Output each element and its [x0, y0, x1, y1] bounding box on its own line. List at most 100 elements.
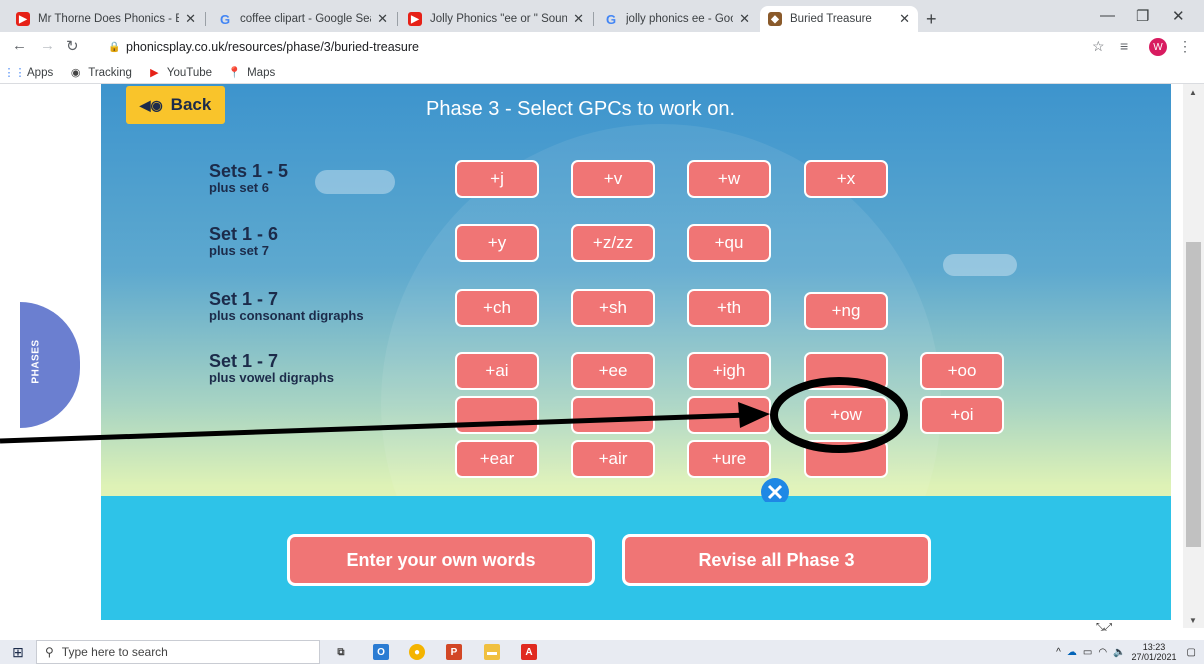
bookmark-apps[interactable]: ⋮⋮ Apps — [3, 66, 54, 80]
forward-arrow-icon[interactable]: → — [40, 37, 55, 54]
volume-icon[interactable]: 🔈 — [1113, 647, 1125, 658]
onedrive-icon[interactable]: ☁ — [1067, 647, 1077, 658]
scroll-down-icon[interactable]: ▼ — [1189, 616, 1197, 625]
youtube-icon: ▶ — [150, 67, 159, 79]
gpc-button-qu[interactable]: +qu — [687, 224, 771, 262]
tab-coffee-clipart[interactable]: G coffee clipart - Google Search ✕ — [210, 6, 396, 32]
outlook-icon[interactable]: O — [373, 644, 389, 660]
tab-jolly-phonics-ee[interactable]: G jolly phonics ee - Google Search ✕ — [596, 6, 758, 32]
gpc-button-sh[interactable]: +sh — [571, 289, 655, 327]
close-tab-icon[interactable]: ✕ — [739, 11, 750, 27]
bookmark-maps[interactable]: 📍 Maps — [227, 66, 275, 80]
search-icon: ⚲ — [45, 645, 54, 659]
acrobat-icon[interactable]: A — [521, 644, 537, 660]
gpc-button-ear[interactable]: +ear — [455, 440, 539, 478]
reading-list-icon[interactable]: ≡ — [1120, 38, 1128, 54]
taskbar: ⊞ ⚲ Type here to search ⧉ O ● P ▬ A ^ ☁ … — [0, 640, 1204, 664]
set-label-2: Set 1 - 6 plus set 7 — [209, 224, 279, 258]
task-view-icon[interactable]: ⧉ — [333, 644, 349, 660]
bookmark-youtube[interactable]: ▶ YouTube — [148, 66, 212, 80]
page-content: ◀◉ Back Phase 3 - Select GPCs to work on… — [0, 84, 1204, 633]
address-bar-row: ← → ↻ 🔒 phonicsplay.co.uk/resources/phas… — [0, 32, 1204, 62]
phases-side-tab[interactable]: PHASES — [20, 302, 80, 428]
tracking-icon: ◉ — [70, 67, 81, 79]
buried-treasure-icon: ◆ — [768, 12, 782, 26]
system-tray: ^ ☁ ▭ ◠ 🔈 13:23 27/01/2021 ▢ — [1056, 640, 1196, 664]
set-label-1: Sets 1 - 5 plus set 6 — [209, 161, 289, 195]
fullscreen-icon[interactable]: ⤡⤢ — [1096, 622, 1112, 633]
gpc-button-ng[interactable]: +ng — [804, 292, 888, 330]
file-explorer-icon[interactable]: ▬ — [484, 644, 500, 660]
gpc-button-ai[interactable]: +ai — [455, 352, 539, 390]
close-tab-icon[interactable]: ✕ — [185, 11, 196, 27]
wifi-icon[interactable]: ◠ — [1098, 647, 1107, 658]
chrome-icon[interactable]: ● — [409, 644, 425, 660]
scroll-up-icon[interactable]: ▲ — [1189, 88, 1197, 97]
google-icon: G — [605, 11, 617, 27]
menu-dots-icon[interactable]: ⋮ — [1178, 38, 1192, 55]
tray-chevron-icon[interactable]: ^ — [1056, 647, 1061, 658]
scrollbar[interactable]: ▲ ▼ — [1183, 84, 1204, 628]
gpc-button-oi[interactable]: +oi — [920, 396, 1004, 434]
windows-start-icon[interactable]: ⊞ — [0, 640, 36, 664]
powerpoint-icon[interactable]: P — [446, 644, 462, 660]
reload-icon[interactable]: ↻ — [66, 37, 79, 55]
notifications-icon[interactable]: ▢ — [1187, 647, 1196, 658]
minimize-icon[interactable]: — — [1100, 7, 1115, 24]
close-tab-icon[interactable]: ✕ — [573, 11, 584, 27]
google-icon: G — [219, 11, 231, 27]
close-tab-icon[interactable]: ✕ — [899, 11, 910, 27]
clock[interactable]: 13:23 27/01/2021 — [1132, 642, 1177, 662]
gpc-button-ow[interactable]: +ow — [804, 396, 888, 434]
bookmark-tracking[interactable]: ◉ Tracking — [69, 66, 132, 80]
gpc-button-obscured-2[interactable] — [455, 396, 539, 434]
profile-avatar[interactable]: W — [1149, 38, 1167, 56]
back-arrow-icon[interactable]: ← — [12, 37, 27, 54]
gpc-button-igh[interactable]: +igh — [687, 352, 771, 390]
close-window-icon[interactable]: ✕ — [1172, 7, 1185, 25]
cloud — [315, 170, 395, 194]
tab-strip: ▶ Mr Thorne Does Phonics - Episo ✕ G cof… — [0, 0, 1204, 32]
gpc-button-air[interactable]: +air — [571, 440, 655, 478]
bookmarks-bar: ⋮⋮ Apps ◉ Tracking ▶ YouTube 📍 Maps — [0, 62, 1204, 84]
boat-icon — [757, 478, 793, 512]
url-field[interactable]: 🔒 phonicsplay.co.uk/resources/phase/3/bu… — [108, 36, 1078, 58]
close-tab-icon[interactable]: ✕ — [377, 11, 388, 27]
set-label-4: Set 1 - 7 plus vowel digraphs — [209, 351, 334, 385]
submarine-icon: ◀◉ — [139, 96, 163, 113]
taskbar-search[interactable]: ⚲ Type here to search — [36, 640, 320, 664]
gpc-button-y[interactable]: +y — [455, 224, 539, 262]
gpc-button-ch[interactable]: +ch — [455, 289, 539, 327]
gpc-button-obscured-4[interactable] — [687, 396, 771, 434]
star-icon[interactable]: ☆ — [1092, 38, 1105, 55]
gpc-button-obscured-3[interactable] — [571, 396, 655, 434]
cloud — [943, 254, 1017, 276]
scroll-thumb[interactable] — [1186, 242, 1201, 547]
gpc-button-w[interactable]: +w — [687, 160, 771, 198]
gpc-button-oo[interactable]: +oo — [920, 352, 1004, 390]
tab-jolly-phonics-ee-or[interactable]: ▶ Jolly Phonics "ee or " Sounds - Yo ✕ — [400, 6, 592, 32]
gpc-button-ee[interactable]: +ee — [571, 352, 655, 390]
enter-own-words-button[interactable]: Enter your own words — [287, 534, 595, 586]
gpc-button-obscured-5[interactable] — [804, 440, 888, 478]
tab-buried-treasure[interactable]: ◆ Buried Treasure ✕ — [760, 6, 918, 32]
gpc-button-v[interactable]: +v — [571, 160, 655, 198]
game-canvas: ◀◉ Back Phase 3 - Select GPCs to work on… — [101, 84, 1171, 620]
lock-icon: 🔒 — [108, 42, 121, 53]
set-label-3: Set 1 - 7 plus consonant digraphs — [209, 289, 364, 323]
gpc-button-j[interactable]: +j — [455, 160, 539, 198]
apps-grid-icon: ⋮⋮ — [3, 67, 26, 79]
gpc-button-x[interactable]: +x — [804, 160, 888, 198]
back-button[interactable]: ◀◉ Back — [126, 86, 225, 124]
tab-mr-thorne[interactable]: ▶ Mr Thorne Does Phonics - Episo ✕ — [8, 6, 204, 32]
gpc-button-obscured-1[interactable] — [804, 352, 888, 390]
new-tab-icon[interactable]: + — [926, 9, 937, 30]
maps-pin-icon: 📍 — [227, 67, 242, 79]
battery-icon[interactable]: ▭ — [1083, 647, 1092, 658]
gpc-button-z-zz[interactable]: +z/zz — [571, 224, 655, 262]
youtube-icon: ▶ — [408, 12, 422, 26]
revise-all-phase-3-button[interactable]: Revise all Phase 3 — [622, 534, 931, 586]
restore-icon[interactable]: ❐ — [1136, 7, 1149, 25]
youtube-icon: ▶ — [16, 12, 30, 26]
gpc-button-th[interactable]: +th — [687, 289, 771, 327]
